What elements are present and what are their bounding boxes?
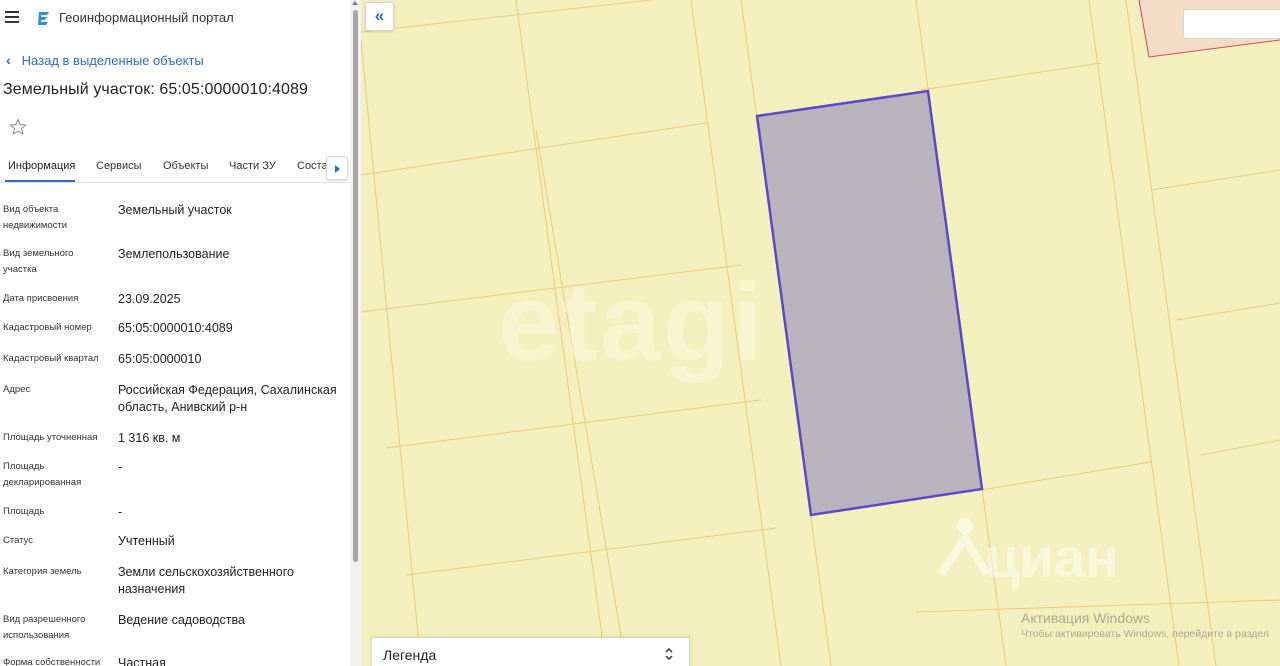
legend-label: Легенда: [383, 647, 437, 663]
back-link[interactable]: ‹ Назад в выделенные объекты: [6, 52, 204, 68]
property-value: Земельный участок: [118, 203, 232, 217]
property-value: 65:05:0000010:4089: [118, 321, 233, 335]
tab-parts[interactable]: Части ЗУ: [229, 160, 276, 172]
property-label: Площадь декларированная: [3, 461, 82, 488]
property-value: -: [118, 460, 123, 474]
app-root: Геоинформационный портал ‹ Назад в выдел…: [0, 0, 1280, 666]
panel-scrollbar[interactable]: [350, 0, 361, 666]
portal-logo-icon: [38, 12, 49, 25]
property-label: Дата присвоения: [3, 293, 79, 304]
windows-activation-title: Активация Windows: [1021, 610, 1151, 626]
active-tab-indicator: [5, 180, 75, 182]
property-label: Кадастровый квартал: [3, 353, 99, 364]
app-title: Геоинформационный портал: [59, 10, 234, 25]
property-value: Ведение садоводства: [118, 613, 245, 627]
selected-parcel: [755, 89, 984, 517]
legend-panel[interactable]: Легенда: [371, 637, 690, 666]
object-title: Земельный участок: 65:05:0000010:4089: [3, 81, 309, 98]
property-value: -: [118, 505, 123, 519]
chevron-up-down-icon[interactable]: [664, 645, 674, 663]
property-value: Земли сельскохозяйственного назначения: [118, 565, 294, 596]
chevron-left-icon: ‹: [6, 52, 11, 68]
caret-right-icon[interactable]: [326, 156, 348, 180]
property-label: Площадь: [3, 506, 45, 517]
property-value: Частная: [118, 656, 166, 666]
double-chevron-left-icon[interactable]: «: [365, 2, 394, 31]
tab-bar: Информация Сервисы Объекты Части ЗУ Сост…: [0, 152, 350, 183]
property-label: Форма собственности: [3, 657, 101, 666]
tab-services[interactable]: Сервисы: [96, 160, 142, 172]
back-link-label: Назад в выделенные объекты: [21, 52, 204, 68]
property-label: Вид разрешенного использования: [3, 614, 86, 641]
property-label: Вид земельного участка: [3, 248, 74, 275]
property-label: Статус: [3, 535, 34, 546]
property-value: Землепользование: [118, 247, 230, 261]
windows-activation-subtitle: Чтобы активировать Windows, перейдите в …: [1021, 628, 1269, 640]
cian-watermark-icon: [937, 518, 991, 577]
scroll-up-icon[interactable]: [352, 1, 358, 5]
property-label: Категория земель: [3, 566, 82, 577]
top-bar: Геоинформационный портал: [0, 0, 350, 36]
property-value: 65:05:0000010: [118, 352, 202, 366]
property-label: Адрес: [3, 384, 31, 395]
etagi-watermark: etagi: [498, 261, 765, 384]
scrollbar-thumb[interactable]: [353, 10, 358, 562]
property-label: Вид объекта недвижимости: [3, 204, 68, 231]
property-value: 23.09.2025: [118, 292, 181, 306]
hamburger-icon[interactable]: [5, 11, 19, 23]
property-label: Кадастровый номер: [3, 322, 92, 333]
tab-information[interactable]: Информация: [8, 160, 75, 172]
star-outline-icon[interactable]: [9, 118, 27, 136]
map-canvas[interactable]: etagi: [361, 0, 1280, 666]
property-value: Учтенный: [118, 534, 175, 548]
map-search-input[interactable]: [1183, 9, 1280, 39]
cian-watermark: циан: [985, 526, 1119, 589]
property-value: Российская Федерация, Сахалинская област…: [118, 383, 337, 414]
property-label: Площадь уточненная: [3, 432, 98, 443]
info-panel: Геоинформационный портал ‹ Назад в выдел…: [0, 0, 361, 666]
tab-objects[interactable]: Объекты: [163, 160, 208, 172]
property-value: 1 316 кв. м: [118, 431, 181, 445]
